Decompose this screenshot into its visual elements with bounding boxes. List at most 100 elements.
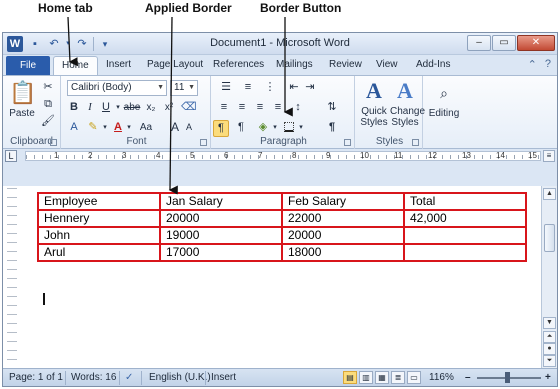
tab-add-ins[interactable]: Add-Ins — [416, 59, 450, 70]
decrease-indent-icon[interactable]: ⇤ — [287, 80, 301, 96]
font-name-combo[interactable]: Calibri (Body) ▼ — [67, 80, 167, 96]
table-cell[interactable]: 20000 — [281, 226, 405, 245]
zoom-out-icon[interactable]: – — [465, 372, 471, 383]
tab-selector-icon[interactable]: L — [5, 150, 17, 162]
font-size-combo[interactable]: 11 ▼ — [170, 80, 198, 96]
horizontal-ruler[interactable]: 1 2 3 4 5 6 7 8 9 10 11 12 13 14 15 — [25, 151, 541, 161]
scroll-up-icon[interactable]: ▲ — [543, 188, 556, 200]
align-center-icon[interactable]: ≡ — [235, 100, 249, 116]
border-dropdown-icon[interactable]: ▾ — [297, 120, 305, 136]
shading-dropdown-icon[interactable]: ▾ — [271, 120, 279, 136]
minimize-ribbon-icon[interactable]: ⌃ — [528, 58, 537, 71]
table-cell[interactable]: 17000 — [159, 243, 283, 262]
scroll-down-icon[interactable]: ▼ — [543, 317, 556, 329]
align-right-icon[interactable]: ≡ — [253, 100, 267, 116]
help-icon[interactable]: ? — [545, 58, 551, 71]
sort-icon[interactable]: ⇅ — [323, 100, 341, 116]
grow-font-button[interactable]: A — [169, 120, 181, 136]
change-case-button[interactable]: Aa — [137, 120, 155, 136]
tab-insert[interactable]: Insert — [106, 59, 131, 70]
font-launcher-icon[interactable] — [200, 139, 207, 146]
table-cell[interactable]: 19000 — [159, 226, 283, 245]
zoom-slider-thumb[interactable] — [505, 372, 510, 383]
minimize-button[interactable]: – — [467, 35, 491, 51]
language-indicator[interactable]: English (U.K.) — [149, 372, 211, 383]
editing-button[interactable]: ⌕ Editing — [427, 80, 461, 119]
scroll-thumb[interactable] — [544, 224, 555, 252]
table-cell[interactable] — [403, 226, 527, 245]
tab-file[interactable]: File — [6, 56, 50, 75]
underline-button[interactable]: U — [99, 100, 113, 116]
clear-formatting-icon[interactable]: ⌫ — [181, 100, 197, 116]
paste-button[interactable]: 📋 Paste — [9, 80, 36, 119]
insert-mode-indicator[interactable]: Insert — [211, 372, 236, 383]
tab-view[interactable]: View — [376, 59, 398, 70]
bullets-icon[interactable]: ☰ — [217, 80, 235, 96]
table-cell[interactable]: Arul — [37, 243, 161, 262]
table-cell[interactable]: 42,000 — [403, 209, 527, 228]
font-color-button[interactable]: A — [111, 120, 125, 136]
web-layout-icon[interactable]: ▦ — [375, 371, 389, 384]
table-cell[interactable]: 18000 — [281, 243, 405, 262]
document-page[interactable]: Employee Jan Salary Feb Salary Total Hen… — [3, 186, 543, 369]
underline-dropdown-icon[interactable]: ▾ — [114, 100, 122, 116]
salary-table[interactable]: Employee Jan Salary Feb Salary Total Hen… — [37, 192, 527, 262]
previous-page-icon[interactable]: ⏶ — [543, 331, 556, 343]
border-button[interactable] — [281, 120, 297, 136]
highlight-icon[interactable]: ✎ — [85, 120, 101, 136]
tab-page-layout[interactable]: Page Layout — [147, 59, 203, 70]
table-cell[interactable] — [403, 243, 527, 262]
view-ruler-icon[interactable]: ≡ — [543, 150, 555, 162]
draft-view-icon[interactable]: ▭ — [407, 371, 421, 384]
close-button[interactable]: ✕ — [517, 35, 555, 51]
change-styles-button[interactable]: A Change Styles — [390, 78, 425, 128]
show-hide-button[interactable]: ¶ — [323, 120, 341, 136]
bold-button[interactable]: B — [67, 100, 81, 116]
table-cell[interactable]: Total — [403, 192, 527, 211]
word-count[interactable]: Words: 16 — [71, 372, 116, 383]
vertical-scrollbar[interactable]: ▲ ▼ ⏶ ● ⏷ — [541, 186, 557, 369]
italic-button[interactable]: I — [83, 100, 97, 116]
justify-icon[interactable]: ≡ — [271, 100, 285, 116]
page-count[interactable]: Page: 1 of 1 — [9, 372, 63, 383]
multilevel-list-icon[interactable]: ⋮ — [261, 80, 279, 96]
tab-home[interactable]: Home — [53, 56, 98, 75]
restore-button[interactable]: ▭ — [492, 35, 516, 51]
proofing-icon[interactable]: ✓ — [125, 372, 133, 383]
tab-mailings[interactable]: Mailings — [276, 59, 313, 70]
tab-references[interactable]: References — [213, 59, 264, 70]
zoom-level[interactable]: 116% — [429, 372, 454, 383]
next-page-icon[interactable]: ⏷ — [543, 355, 556, 367]
zoom-in-icon[interactable]: + — [545, 372, 551, 383]
table-cell[interactable]: John — [37, 226, 161, 245]
align-left-icon[interactable]: ≡ — [217, 100, 231, 116]
font-color-dropdown-icon[interactable]: ▾ — [125, 120, 133, 136]
copy-icon[interactable]: ⧉ — [41, 97, 55, 113]
quick-styles-button[interactable]: A Quick Styles — [359, 78, 389, 128]
strikethrough-button[interactable]: abe — [123, 100, 141, 116]
table-cell[interactable]: 22000 — [281, 209, 405, 228]
table-cell[interactable]: Employee — [37, 192, 161, 211]
numbering-icon[interactable]: ≡ — [239, 80, 257, 96]
table-cell[interactable]: Feb Salary — [281, 192, 405, 211]
format-painter-icon[interactable]: 🖌 — [41, 114, 55, 130]
table-cell[interactable]: Jan Salary — [159, 192, 283, 211]
table-cell[interactable]: Hennery — [37, 209, 161, 228]
clipboard-launcher-icon[interactable] — [50, 139, 57, 146]
tab-review[interactable]: Review — [329, 59, 362, 70]
shrink-font-button[interactable]: A — [183, 120, 195, 136]
right-to-left-icon[interactable]: ¶ — [233, 120, 249, 136]
styles-launcher-icon[interactable] — [412, 139, 419, 146]
outline-view-icon[interactable]: ≣ — [391, 371, 405, 384]
table-cell[interactable]: 20000 — [159, 209, 283, 228]
text-effects-icon[interactable]: A — [67, 120, 81, 136]
subscript-button[interactable]: x₂ — [143, 100, 159, 116]
print-layout-view-icon[interactable]: ▤ — [343, 371, 357, 384]
shading-icon[interactable]: ◈ — [255, 120, 271, 136]
full-screen-reading-icon[interactable]: ▥ — [359, 371, 373, 384]
browse-object-icon[interactable]: ● — [543, 343, 556, 355]
increase-indent-icon[interactable]: ⇥ — [303, 80, 317, 96]
line-spacing-icon[interactable]: ↕ — [289, 100, 307, 116]
left-to-right-icon[interactable]: ¶ — [213, 120, 229, 137]
cut-icon[interactable]: ✂ — [41, 80, 55, 96]
